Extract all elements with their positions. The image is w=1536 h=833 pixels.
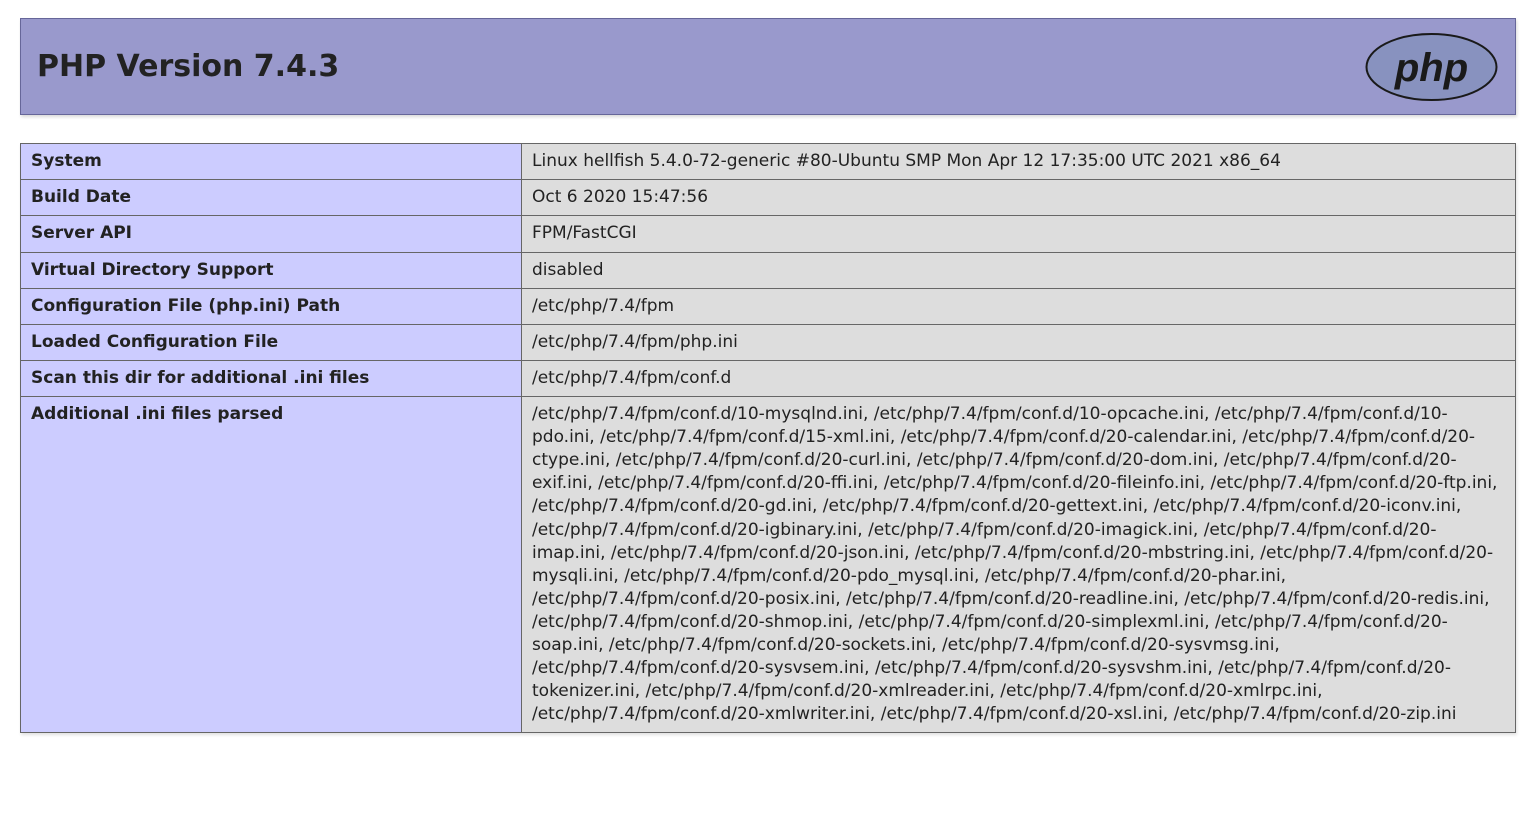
row-value-virtual-dir: disabled — [522, 252, 1516, 288]
page-title: PHP Version 7.4.3 — [37, 49, 339, 84]
table-row: Scan this dir for additional .ini files … — [21, 360, 1516, 396]
header-box: PHP Version 7.4.3 php — [20, 18, 1516, 115]
table-row: Virtual Directory Support disabled — [21, 252, 1516, 288]
row-value-build-date: Oct 6 2020 15:47:56 — [522, 180, 1516, 216]
table-row: Additional .ini files parsed /etc/php/7.… — [21, 396, 1516, 733]
row-value-server-api: FPM/FastCGI — [522, 216, 1516, 252]
row-label-scan-dir: Scan this dir for additional .ini files — [21, 360, 522, 396]
row-label-system: System — [21, 144, 522, 180]
phpinfo-table: System Linux hellfish 5.4.0-72-generic #… — [20, 143, 1516, 733]
php-logo-icon: php — [1364, 32, 1499, 102]
svg-text:php: php — [1394, 46, 1468, 90]
table-row: System Linux hellfish 5.4.0-72-generic #… — [21, 144, 1516, 180]
row-value-system: Linux hellfish 5.4.0-72-generic #80-Ubun… — [522, 144, 1516, 180]
table-row: Loaded Configuration File /etc/php/7.4/f… — [21, 324, 1516, 360]
row-label-build-date: Build Date — [21, 180, 522, 216]
table-row: Build Date Oct 6 2020 15:47:56 — [21, 180, 1516, 216]
row-label-config-path: Configuration File (php.ini) Path — [21, 288, 522, 324]
row-value-config-path: /etc/php/7.4/fpm — [522, 288, 1516, 324]
row-value-additional-ini: /etc/php/7.4/fpm/conf.d/10-mysqlnd.ini, … — [522, 396, 1516, 733]
row-label-additional-ini: Additional .ini files parsed — [21, 396, 522, 733]
row-label-server-api: Server API — [21, 216, 522, 252]
row-label-loaded-config: Loaded Configuration File — [21, 324, 522, 360]
row-label-virtual-dir: Virtual Directory Support — [21, 252, 522, 288]
table-row: Configuration File (php.ini) Path /etc/p… — [21, 288, 1516, 324]
row-value-scan-dir: /etc/php/7.4/fpm/conf.d — [522, 360, 1516, 396]
row-value-loaded-config: /etc/php/7.4/fpm/php.ini — [522, 324, 1516, 360]
table-row: Server API FPM/FastCGI — [21, 216, 1516, 252]
phpinfo-page: PHP Version 7.4.3 php System Linux hellf… — [0, 0, 1536, 733]
